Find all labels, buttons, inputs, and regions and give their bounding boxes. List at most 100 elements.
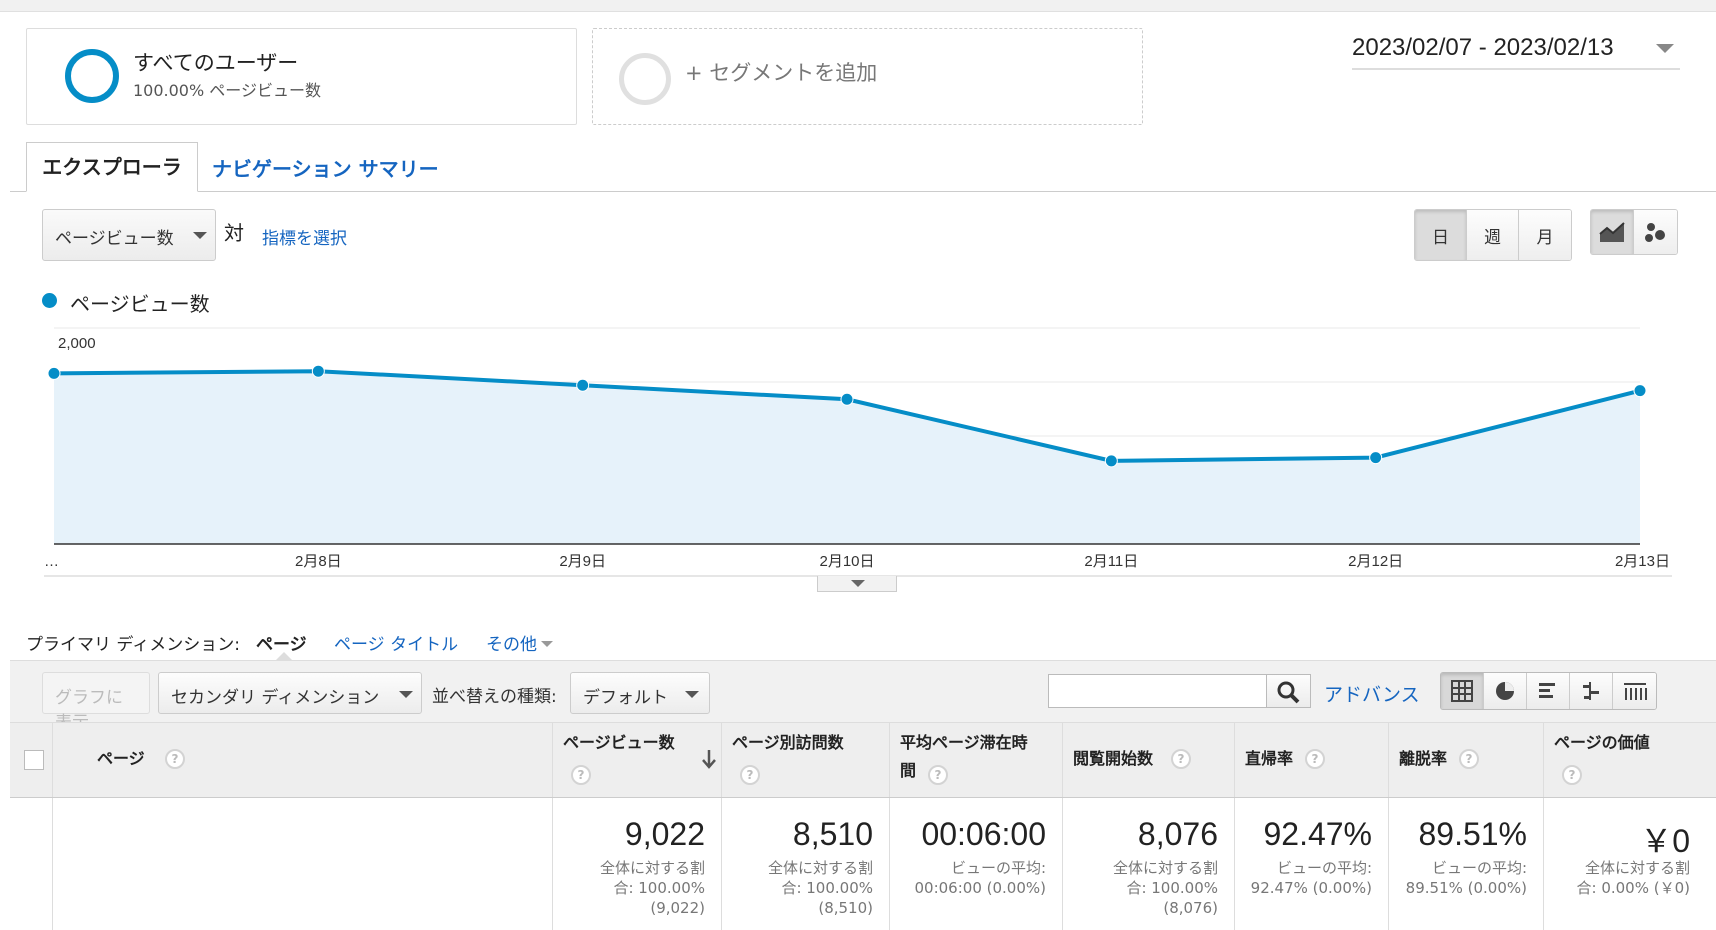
date-range-text: 2023/02/07 - 2023/02/13: [1352, 34, 1614, 61]
select-metric-link[interactable]: 指標を選択: [262, 224, 347, 249]
column-header-avg-time-on-page[interactable]: 平均ページ滞在時 間?: [889, 723, 1062, 797]
sort-type-select[interactable]: デフォルト: [570, 672, 710, 714]
total-share: ビューの平均: 00:06:00 (0.00%): [914, 859, 1047, 897]
column-title: 閲覧開始数: [1073, 749, 1154, 768]
segment-title: すべてのユーザー: [133, 51, 299, 75]
page-column-title: ページ: [97, 749, 145, 768]
total-value: 8,076: [1137, 816, 1218, 852]
data-point: [1369, 451, 1383, 465]
tab-explorer[interactable]: エクスプローラ: [26, 142, 198, 192]
date-range-picker[interactable]: 2023/02/07 - 2023/02/13: [1352, 34, 1680, 70]
totals-cell-entrances: 8,076 全体に対する割 合: 100.00% (8,076): [1062, 798, 1234, 930]
chevron-down-icon: [685, 691, 699, 698]
totals-cell-exit-rate: 89.51% ビューの平均: 89.51% (0.00%): [1388, 798, 1543, 930]
dimension-other[interactable]: その他: [486, 630, 553, 655]
totals-label-cell: [52, 798, 572, 930]
column-header-page-value[interactable]: ページの価値?: [1543, 723, 1706, 797]
sort-type-value: デフォルト: [583, 688, 668, 708]
total-value: 8,510: [792, 816, 873, 852]
y-tick-label: 2,000: [58, 335, 96, 352]
data-point: [1633, 384, 1647, 398]
total-share: 全体に対する割 合: 100.00% (8,510): [767, 859, 873, 917]
comparison-icon[interactable]: [1570, 673, 1613, 709]
column-header-bounce-rate[interactable]: 直帰率?: [1234, 723, 1388, 797]
sort-type-label: 並べ替えの種類:: [432, 687, 557, 707]
column-header-unique-pageviews[interactable]: ページ別訪問数?: [721, 723, 889, 797]
granularity-month-button[interactable]: 月: [1519, 210, 1571, 260]
help-icon[interactable]: ?: [1459, 749, 1479, 769]
help-icon[interactable]: ?: [571, 765, 591, 785]
column-title: 平均ページ滞在時 間: [900, 733, 1028, 780]
page-column-header[interactable]: ページ ?: [52, 723, 572, 797]
help-icon[interactable]: ?: [1305, 749, 1325, 769]
chart-collapse-handle[interactable]: [817, 576, 897, 592]
totals-checkbox-cell: [10, 798, 52, 930]
column-header-pageviews[interactable]: ページビュー数?: [552, 723, 721, 797]
pie-chart-icon[interactable]: [1484, 673, 1527, 709]
performance-bars-icon[interactable]: [1527, 673, 1570, 709]
totals-cell-page-value: ￥0 全体に対する割 合: 0.00% (￥0): [1543, 798, 1706, 930]
add-segment-button[interactable]: + セグメントを追加: [592, 28, 1143, 125]
granularity-day-button[interactable]: 日: [1415, 210, 1467, 260]
secondary-dimension-select[interactable]: セカンダリ ディメンション: [158, 672, 422, 714]
primary-dimension-label: プライマリ ディメンション:: [26, 635, 240, 655]
table-grid-icon[interactable]: [1441, 673, 1484, 709]
active-dimension-pointer: [276, 652, 292, 660]
help-icon[interactable]: ?: [740, 765, 760, 785]
select-all-column: [10, 723, 52, 797]
column-title: ページの価値: [1554, 733, 1650, 752]
search-button[interactable]: [1267, 674, 1311, 708]
select-all-checkbox[interactable]: [24, 750, 44, 770]
x-tick-label: 2月10日: [819, 553, 874, 570]
advanced-filter-link[interactable]: アドバンス: [1324, 680, 1420, 707]
granularity-week-button[interactable]: 週: [1467, 210, 1519, 260]
table-search-input[interactable]: [1048, 674, 1267, 708]
x-tick-label: …: [44, 553, 59, 570]
chevron-down-icon: [851, 580, 865, 587]
help-icon[interactable]: ?: [928, 765, 948, 785]
totals-cell-avg-time-on-page: 00:06:00 ビューの平均: 00:06:00 (0.00%): [889, 798, 1062, 930]
column-header-entrances[interactable]: 閲覧開始数?: [1062, 723, 1234, 797]
totals-cell-unique-pageviews: 8,510 全体に対する割 合: 100.00% (8,510): [721, 798, 889, 930]
sort-descending-icon: [702, 750, 716, 769]
dimension-page-title[interactable]: ページ タイトル: [334, 630, 458, 655]
table-view-toggle: [1440, 672, 1657, 710]
help-icon[interactable]: ?: [1171, 749, 1191, 769]
data-point: [47, 366, 61, 380]
motion-chart-icon[interactable]: [1634, 210, 1677, 254]
tab-navigation-summary[interactable]: ナビゲーション サマリー: [212, 153, 439, 182]
metric-selector[interactable]: ページビュー数: [42, 209, 216, 261]
chevron-down-icon: [399, 691, 413, 698]
totals-cell-bounce-rate: 92.47% ビューの平均: 92.47% (0.00%): [1234, 798, 1388, 930]
add-segment-label: + セグメントを追加: [685, 61, 878, 85]
pivot-icon[interactable]: [1613, 673, 1656, 709]
dimension-other-label: その他: [486, 635, 537, 655]
line-chart-icon[interactable]: [1591, 210, 1635, 254]
segment-all-users[interactable]: すべてのユーザー 100.00% ページビュー数: [26, 28, 577, 125]
analytics-app: すべてのユーザー 100.00% ページビュー数 + セグメントを追加 2023…: [0, 0, 1716, 930]
granularity-toggle: 日 週 月: [1414, 209, 1572, 261]
total-share: ビューの平均: 92.47% (0.00%): [1250, 859, 1372, 897]
plot-rows-button[interactable]: グラフに表示: [42, 672, 150, 733]
metric-selector-value: ページビュー数: [55, 229, 174, 249]
column-title: 直帰率: [1245, 749, 1294, 768]
search-icon: [1277, 681, 1300, 704]
column-title: ページ別訪問数: [732, 733, 844, 752]
legend-dot: [42, 293, 57, 308]
total-value: ￥0: [1640, 823, 1690, 859]
total-value: 89.51%: [1418, 816, 1527, 852]
total-share: 全体に対する割 合: 0.00% (￥0): [1576, 859, 1691, 897]
segment-subtitle: 100.00% ページビュー数: [133, 81, 321, 100]
x-tick-label: 2月9日: [559, 553, 606, 570]
column-title: ページビュー数: [563, 733, 675, 752]
total-share: 全体に対する割 合: 100.00% (8,076): [1112, 859, 1218, 917]
column-header-exit-rate[interactable]: 離脱率?: [1388, 723, 1543, 797]
x-tick-label: 2月11日: [1084, 553, 1138, 570]
chevron-down-icon: [1656, 44, 1674, 53]
data-point: [840, 392, 854, 406]
help-icon[interactable]: ?: [165, 749, 185, 769]
tab-divider: [10, 191, 1716, 192]
data-point: [576, 378, 590, 392]
help-icon[interactable]: ?: [1562, 765, 1582, 785]
totals-cell-pageviews: 9,022 全体に対する割 合: 100.00% (9,022): [552, 798, 721, 930]
